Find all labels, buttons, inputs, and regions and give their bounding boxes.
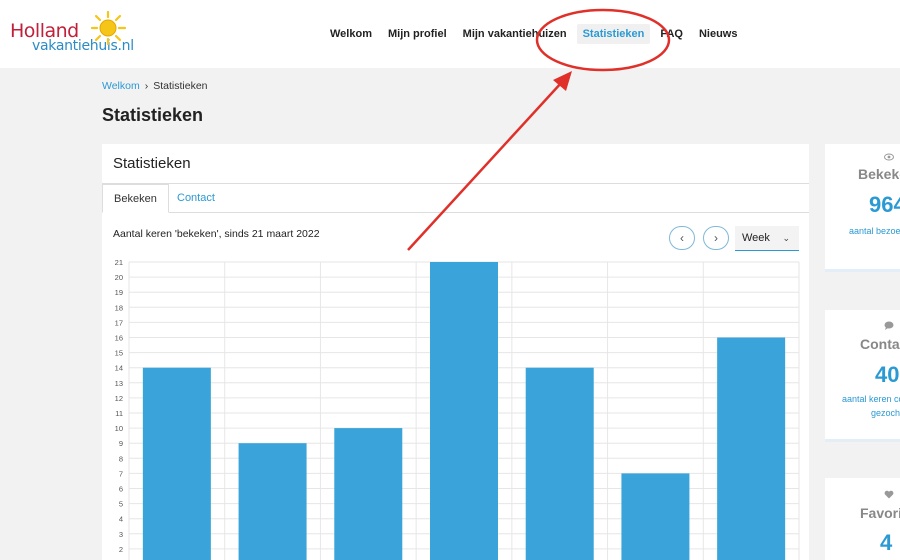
- tab-bekeken[interactable]: Bekeken: [102, 184, 169, 213]
- side-panel-favoriet: Favoriet 4: [825, 478, 900, 560]
- y-tick-label: 8: [119, 454, 123, 463]
- chart-bar: [525, 367, 594, 560]
- chart-bar: [717, 337, 786, 560]
- y-tick-label: 6: [119, 485, 123, 494]
- sun-icon: [90, 10, 127, 46]
- side-panel-contact: Contact 40 aantal keren contact gezocht: [825, 310, 900, 442]
- y-tick-label: 5: [119, 500, 123, 509]
- chart-bar: [142, 367, 211, 560]
- y-tick-label: 11: [115, 409, 123, 418]
- y-tick-label: 2: [119, 545, 123, 554]
- y-tick-label: 3: [119, 530, 123, 539]
- y-tick-label: 18: [115, 303, 123, 312]
- nav-faq[interactable]: FAQ: [654, 24, 689, 44]
- breadcrumb-current: Statistieken: [153, 80, 208, 92]
- top-header: Holland vakantiehuis.nl Welkom Mijn prof…: [0, 0, 900, 68]
- chart-bar: [621, 473, 690, 560]
- site-logo[interactable]: Holland vakantiehuis.nl: [10, 10, 145, 58]
- nav-mijn-vakantiehuizen[interactable]: Mijn vakantiehuizen: [457, 24, 573, 44]
- chevron-left-icon: ‹: [680, 231, 684, 245]
- bar-chart: 2 3 4 5 6 7 8 9 10 11 12 13 14 15 16 17 18 19 20 21: [115, 258, 800, 560]
- y-tick-label: 13: [115, 379, 123, 388]
- eye-icon: [884, 153, 894, 161]
- y-tick-label: 19: [115, 288, 123, 297]
- chart-caption: Aantal keren 'bekeken', sinds 21 maart 2…: [113, 228, 320, 240]
- side-desc-contact-line2: gezocht: [871, 408, 900, 418]
- y-tick-label: 16: [115, 334, 123, 343]
- side-label-contact: Contact: [860, 336, 900, 352]
- nav-nieuws[interactable]: Nieuws: [693, 24, 744, 44]
- prev-period-button[interactable]: ‹: [669, 226, 695, 250]
- period-select[interactable]: Week ⌄: [735, 226, 799, 251]
- side-desc-bekeken: aantal bezoekers: [849, 226, 900, 236]
- y-tick-label: 21: [115, 258, 123, 267]
- chart-bar: [334, 428, 403, 560]
- tab-contact[interactable]: Contact: [166, 184, 226, 213]
- main-nav: Welkom Mijn profiel Mijn vakantiehuizen …: [324, 24, 747, 44]
- breadcrumb-separator: ›: [144, 80, 149, 92]
- chart-bar: [430, 262, 498, 560]
- chevron-right-icon: ›: [714, 231, 718, 245]
- period-select-value: Week: [742, 232, 770, 244]
- y-tick-label: 15: [115, 349, 123, 358]
- page-title: Statistieken: [102, 105, 204, 125]
- y-tick-label: 12: [115, 394, 123, 403]
- side-value-favoriet: 4: [880, 530, 893, 555]
- card-title: Statistieken: [113, 155, 191, 172]
- nav-statistieken[interactable]: Statistieken: [576, 24, 651, 44]
- side-label-bekeken: Bekeken: [858, 166, 900, 182]
- chevron-down-icon: ⌄: [782, 233, 790, 243]
- statistics-card: Statistieken Bekeken Contact Aantal kere…: [102, 144, 809, 560]
- y-tick-label: 4: [119, 515, 123, 524]
- y-tick-label: 7: [119, 469, 123, 478]
- breadcrumb: Welkom › Statistieken: [102, 80, 208, 92]
- side-desc-contact-line1: aantal keren contact: [842, 394, 900, 404]
- y-tick-label: 17: [115, 318, 123, 327]
- y-tick-label: 10: [115, 424, 123, 433]
- nav-mijn-profiel[interactable]: Mijn profiel: [382, 24, 453, 44]
- side-panel-bekeken: Bekeken 964 aantal bezoekers: [825, 144, 900, 272]
- chat-icon: [884, 321, 894, 330]
- annotation-arrow-head: [553, 71, 572, 91]
- nav-welkom[interactable]: Welkom: [324, 24, 378, 44]
- y-tick-label: 14: [115, 364, 123, 373]
- side-label-favoriet: Favoriet: [860, 505, 900, 521]
- breadcrumb-home-link[interactable]: Welkom: [102, 80, 140, 92]
- heart-icon: [884, 490, 894, 499]
- next-period-button[interactable]: ›: [703, 226, 729, 250]
- side-value-bekeken: 964: [869, 192, 900, 217]
- chart-bar: [238, 443, 307, 560]
- side-value-contact: 40: [875, 362, 900, 387]
- y-tick-label: 20: [115, 273, 123, 282]
- tab-bar: Bekeken Contact: [102, 184, 809, 213]
- y-tick-label: 9: [119, 439, 123, 448]
